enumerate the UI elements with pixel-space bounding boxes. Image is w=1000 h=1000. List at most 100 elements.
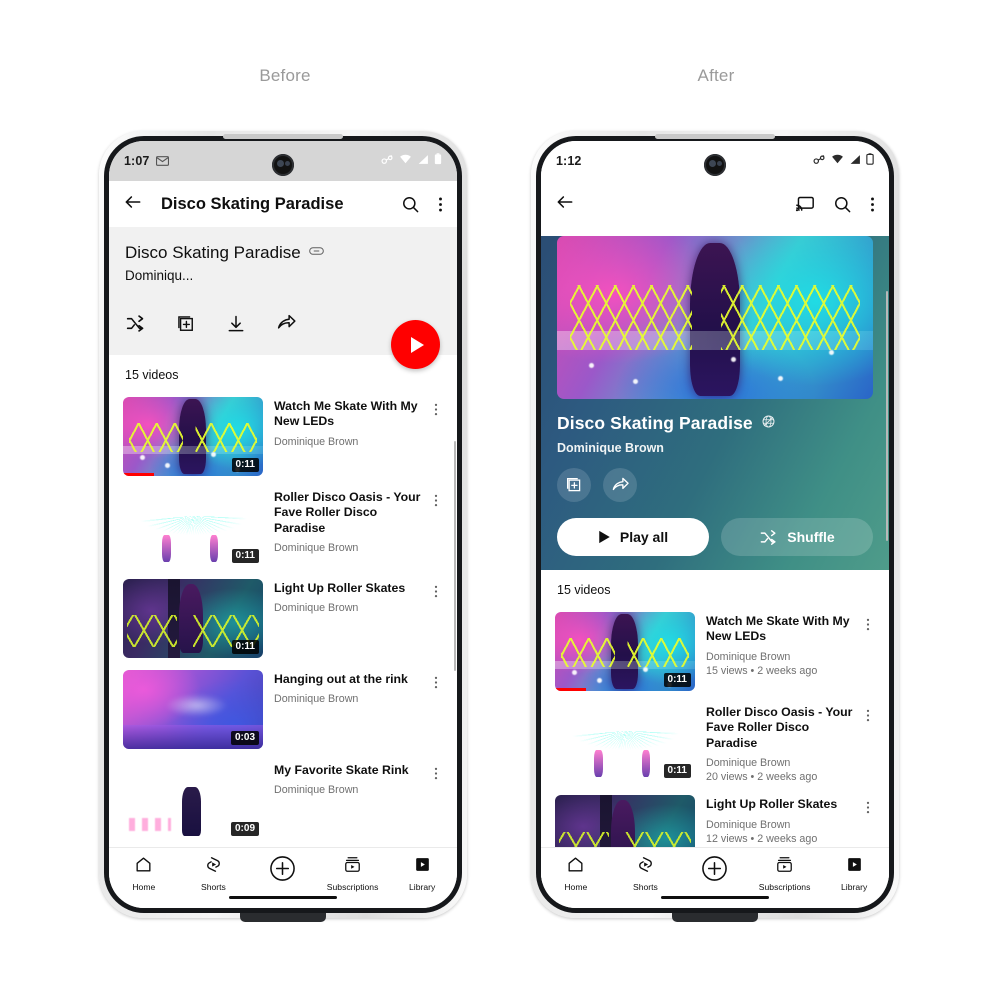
nav-label: Subscriptions [758, 882, 811, 892]
video-thumbnail[interactable]: 0:11 [555, 703, 695, 782]
nav-item-shorts[interactable]: Shorts [611, 855, 681, 892]
video-stats: 12 views • 2 weeks ago [706, 832, 818, 845]
nav-item-library[interactable]: Library [819, 855, 889, 892]
phone-bezel: 1:12 Disco Skating Paradise Dominique Br… [536, 136, 894, 913]
download-icon[interactable] [226, 314, 246, 339]
after-caption: After [697, 66, 735, 85]
table-row[interactable]: 0:11 Watch Me Skate With My New LEDs Dom… [541, 606, 889, 697]
before-bottom-nav: Home Shorts Subscriptions Library [109, 847, 457, 908]
more-vert-icon[interactable] [425, 488, 447, 509]
front-camera-punchhole [272, 154, 294, 176]
save-to-library-icon[interactable] [557, 468, 591, 502]
after-playlist-title: Disco Skating Paradise [557, 413, 753, 433]
scrollbar-thumb[interactable] [885, 291, 888, 541]
video-title: Light Up Roller Skates [274, 581, 406, 595]
before-playlist-header: Disco Skating Paradise Dominiqu... [109, 227, 457, 369]
video-stats: 15 views • 2 weeks ago [706, 664, 818, 677]
library-icon [413, 855, 432, 879]
status-icons [381, 152, 442, 170]
back-arrow-icon[interactable] [123, 192, 143, 217]
more-vert-icon[interactable] [857, 795, 879, 816]
nav-item-home[interactable]: Home [109, 855, 179, 892]
video-thumbnail[interactable]: 0:11 [123, 397, 263, 476]
play-triangle-icon [411, 336, 424, 353]
wifi-icon [831, 152, 844, 170]
table-row[interactable]: 0:11 Roller Disco Oasis - Your Fave Roll… [109, 482, 457, 573]
before-status-bar: 1:07 [109, 141, 457, 181]
status-icons [813, 152, 874, 170]
more-vert-icon[interactable] [425, 397, 447, 418]
cast-icon[interactable] [795, 195, 815, 213]
more-vert-icon[interactable] [438, 195, 443, 214]
more-vert-icon[interactable] [425, 670, 447, 691]
earpiece-speaker [223, 134, 343, 139]
share-icon[interactable] [276, 313, 297, 339]
video-stats: 20 views • 2 weeks ago [706, 771, 818, 784]
video-duration: 0:11 [231, 639, 259, 654]
home-icon [566, 855, 585, 879]
video-thumbnail[interactable]: 0:11 [555, 612, 695, 691]
video-duration: 0:11 [663, 763, 691, 778]
save-to-library-icon[interactable] [176, 314, 196, 339]
more-vert-icon[interactable] [857, 703, 879, 724]
after-app-bar [541, 181, 889, 227]
video-thumbnail[interactable]: 0:11 [123, 579, 263, 658]
nav-item-library[interactable]: Library [387, 855, 457, 892]
table-row[interactable]: 0:09 My Favorite Skate Rink Dominique Br… [109, 755, 457, 846]
video-duration: 0:11 [231, 548, 259, 563]
before-playlist-title: Disco Skating Paradise [125, 243, 301, 262]
before-video-list: 0:11 Watch Me Skate With My New LEDs Dom… [109, 391, 457, 846]
home-indicator-bar [661, 895, 769, 899]
search-icon[interactable] [401, 195, 420, 214]
playlist-cover-image[interactable] [557, 236, 873, 399]
table-row[interactable]: 0:11 Watch Me Skate With My New LEDs Dom… [109, 391, 457, 482]
status-time: 1:07 [124, 154, 150, 168]
video-thumbnail[interactable]: 0:09 [123, 761, 263, 840]
more-vert-icon[interactable] [870, 195, 875, 214]
share-icon[interactable] [603, 468, 637, 502]
signal-icon [849, 152, 861, 170]
nav-item-home[interactable]: Home [541, 855, 611, 892]
table-row[interactable]: 0:11 Light Up Roller Skates Dominique Br… [109, 573, 457, 664]
after-videos-count: 15 videos [541, 570, 889, 606]
nav-item-shorts[interactable]: Shorts [179, 855, 249, 892]
nav-item-subscriptions[interactable]: Subscriptions [318, 855, 388, 892]
more-vert-icon[interactable] [857, 612, 879, 633]
home-icon [134, 855, 153, 879]
video-channel: Dominique Brown [274, 435, 359, 448]
play-fab-button[interactable] [391, 320, 440, 369]
shuffle-icon[interactable] [125, 313, 146, 339]
video-thumbnail[interactable]: 0:11 [123, 488, 263, 567]
scrollbar-thumb[interactable] [453, 441, 456, 671]
nav-item-subscriptions[interactable]: Subscriptions [750, 855, 820, 892]
more-vert-icon[interactable] [425, 761, 447, 782]
video-title: Watch Me Skate With My New LEDs [706, 614, 850, 644]
nav-label: Library [841, 882, 868, 892]
cast-connected-icon [813, 152, 826, 170]
status-time: 1:12 [556, 154, 582, 168]
nav-item-create[interactable] [248, 855, 318, 887]
phone-bottom-notch [240, 913, 326, 922]
video-title: Light Up Roller Skates [706, 797, 838, 812]
video-thumbnail[interactable]: 0:03 [123, 670, 263, 749]
back-arrow-icon[interactable] [555, 192, 575, 217]
before-app-bar: Disco Skating Paradise [109, 181, 457, 227]
link-icon [308, 244, 324, 262]
more-vert-icon[interactable] [425, 579, 447, 600]
before-caption: Before [259, 66, 311, 85]
table-row[interactable]: 0:11 Roller Disco Oasis - Your Fave Roll… [541, 697, 889, 789]
cast-connected-icon [381, 152, 394, 170]
phone-bottom-notch [672, 913, 758, 922]
video-duration: 0:03 [230, 730, 259, 745]
search-icon[interactable] [833, 195, 852, 214]
nav-label: Shorts [200, 882, 226, 892]
nav-item-create[interactable] [680, 855, 750, 887]
video-channel: Dominique Brown [274, 602, 359, 615]
table-row[interactable]: 0:03 Hanging out at the rink Dominique B… [109, 664, 457, 755]
unlisted-globe-icon [761, 414, 776, 434]
shuffle-button[interactable]: Shuffle [721, 518, 873, 556]
after-phone-frame: 1:12 Disco Skating Paradise Dominique Br… [531, 131, 899, 922]
shorts-icon [636, 855, 655, 879]
play-all-button[interactable]: Play all [557, 518, 709, 556]
video-title: Roller Disco Oasis - Your Fave Roller Di… [274, 490, 421, 535]
